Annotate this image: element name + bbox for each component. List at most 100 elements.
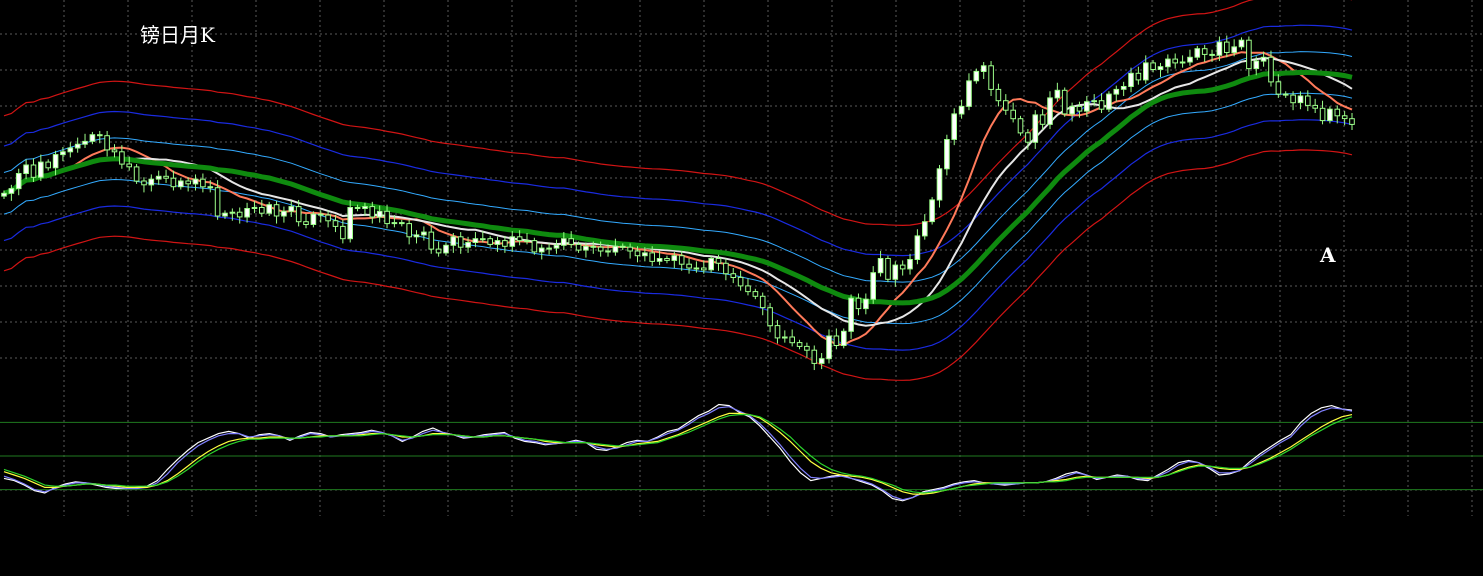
candle-body bbox=[818, 358, 825, 364]
candle-body bbox=[1201, 48, 1208, 55]
candle-body bbox=[214, 187, 221, 217]
candle-body bbox=[1194, 48, 1201, 58]
candle-body bbox=[561, 238, 567, 246]
candle-body bbox=[1312, 104, 1319, 109]
candle-body bbox=[340, 225, 346, 240]
candle-body bbox=[796, 342, 803, 347]
candle-body bbox=[295, 206, 302, 223]
candle-body bbox=[236, 211, 243, 218]
candle-body bbox=[1179, 61, 1186, 64]
candle-body bbox=[443, 244, 449, 254]
candle-body bbox=[583, 245, 589, 251]
candle-body bbox=[1253, 60, 1260, 70]
candle-body bbox=[538, 247, 545, 253]
candle-body bbox=[1106, 93, 1112, 110]
candle-body bbox=[1091, 100, 1098, 103]
candle-body bbox=[1165, 58, 1171, 68]
candle-body bbox=[745, 285, 751, 293]
candle-body bbox=[354, 207, 361, 209]
candle-body bbox=[1069, 105, 1075, 115]
candle-body bbox=[833, 335, 840, 346]
candle-body bbox=[1039, 114, 1046, 125]
candle-body bbox=[1297, 95, 1304, 104]
candle-body bbox=[74, 143, 81, 149]
candle-body bbox=[1224, 41, 1230, 53]
candle-body bbox=[170, 177, 177, 188]
candle-body bbox=[936, 168, 943, 201]
candle-body bbox=[605, 250, 611, 253]
candle-body bbox=[1150, 62, 1156, 71]
candle-body bbox=[435, 248, 442, 254]
candle-body bbox=[45, 161, 52, 169]
candle-body bbox=[1143, 62, 1149, 81]
candle-body bbox=[509, 236, 516, 247]
candle-body bbox=[104, 135, 110, 151]
candle-body bbox=[185, 180, 191, 185]
candle-body bbox=[207, 186, 214, 189]
candle-body bbox=[1187, 56, 1193, 63]
candle-body bbox=[612, 245, 619, 253]
candle-body bbox=[546, 247, 552, 250]
candle-body bbox=[767, 307, 773, 327]
candle-body bbox=[15, 173, 22, 190]
candle-body bbox=[804, 345, 810, 351]
candle-body bbox=[1172, 58, 1179, 64]
candle-body bbox=[944, 139, 950, 170]
candle-body bbox=[995, 88, 1002, 102]
chart-title: 镑日月K bbox=[140, 23, 216, 47]
candle-body bbox=[1319, 107, 1326, 122]
candle-body bbox=[899, 264, 906, 270]
candle-body bbox=[634, 250, 641, 257]
candle-body bbox=[192, 178, 199, 185]
candle-body bbox=[126, 163, 133, 168]
candle-body bbox=[1025, 132, 1031, 143]
candle-body bbox=[1216, 41, 1223, 56]
candle-body bbox=[752, 291, 759, 297]
candle-body bbox=[1047, 97, 1053, 125]
candle-body bbox=[575, 243, 582, 251]
candle-body bbox=[251, 207, 258, 209]
candle-body bbox=[693, 267, 700, 270]
candle-body bbox=[649, 252, 656, 262]
candle-body bbox=[922, 221, 928, 237]
candle-body bbox=[1282, 93, 1289, 96]
candle-body bbox=[1, 192, 7, 197]
candle-body bbox=[701, 267, 707, 271]
candle-body bbox=[362, 206, 368, 210]
candle-body bbox=[759, 295, 766, 309]
candle-body bbox=[178, 180, 184, 188]
candle-body bbox=[155, 175, 162, 180]
candle-body bbox=[38, 161, 44, 178]
candle-body bbox=[399, 222, 405, 225]
candle-body bbox=[966, 80, 972, 107]
candle-body bbox=[1128, 72, 1134, 88]
candle-body bbox=[502, 240, 508, 247]
candle-body bbox=[1209, 53, 1215, 56]
candle-body bbox=[782, 336, 788, 339]
candle-body bbox=[516, 236, 523, 242]
candle-body bbox=[428, 231, 435, 250]
candle-body bbox=[1290, 94, 1296, 104]
candle-body bbox=[1017, 118, 1024, 134]
candle-body bbox=[1349, 118, 1355, 125]
chart: 镑日月K A bbox=[0, 0, 1483, 576]
candle-body bbox=[133, 166, 140, 182]
candle-body bbox=[1260, 56, 1267, 62]
candle-body bbox=[1076, 105, 1083, 112]
candle-body bbox=[678, 255, 685, 265]
candle-body bbox=[1238, 39, 1245, 48]
candle-body bbox=[656, 258, 663, 262]
candle-body bbox=[465, 242, 471, 248]
candle-body bbox=[318, 213, 324, 216]
candle-body bbox=[347, 207, 353, 240]
candle-body bbox=[531, 240, 538, 253]
candle-body bbox=[627, 246, 633, 252]
candle-body bbox=[1113, 88, 1120, 95]
candle-body bbox=[723, 262, 729, 275]
candle-body bbox=[826, 335, 832, 360]
candle-body bbox=[1054, 89, 1061, 99]
candle-body bbox=[281, 210, 287, 217]
candle-body bbox=[421, 231, 427, 236]
candle-body bbox=[494, 240, 501, 245]
candle-body bbox=[222, 212, 228, 217]
